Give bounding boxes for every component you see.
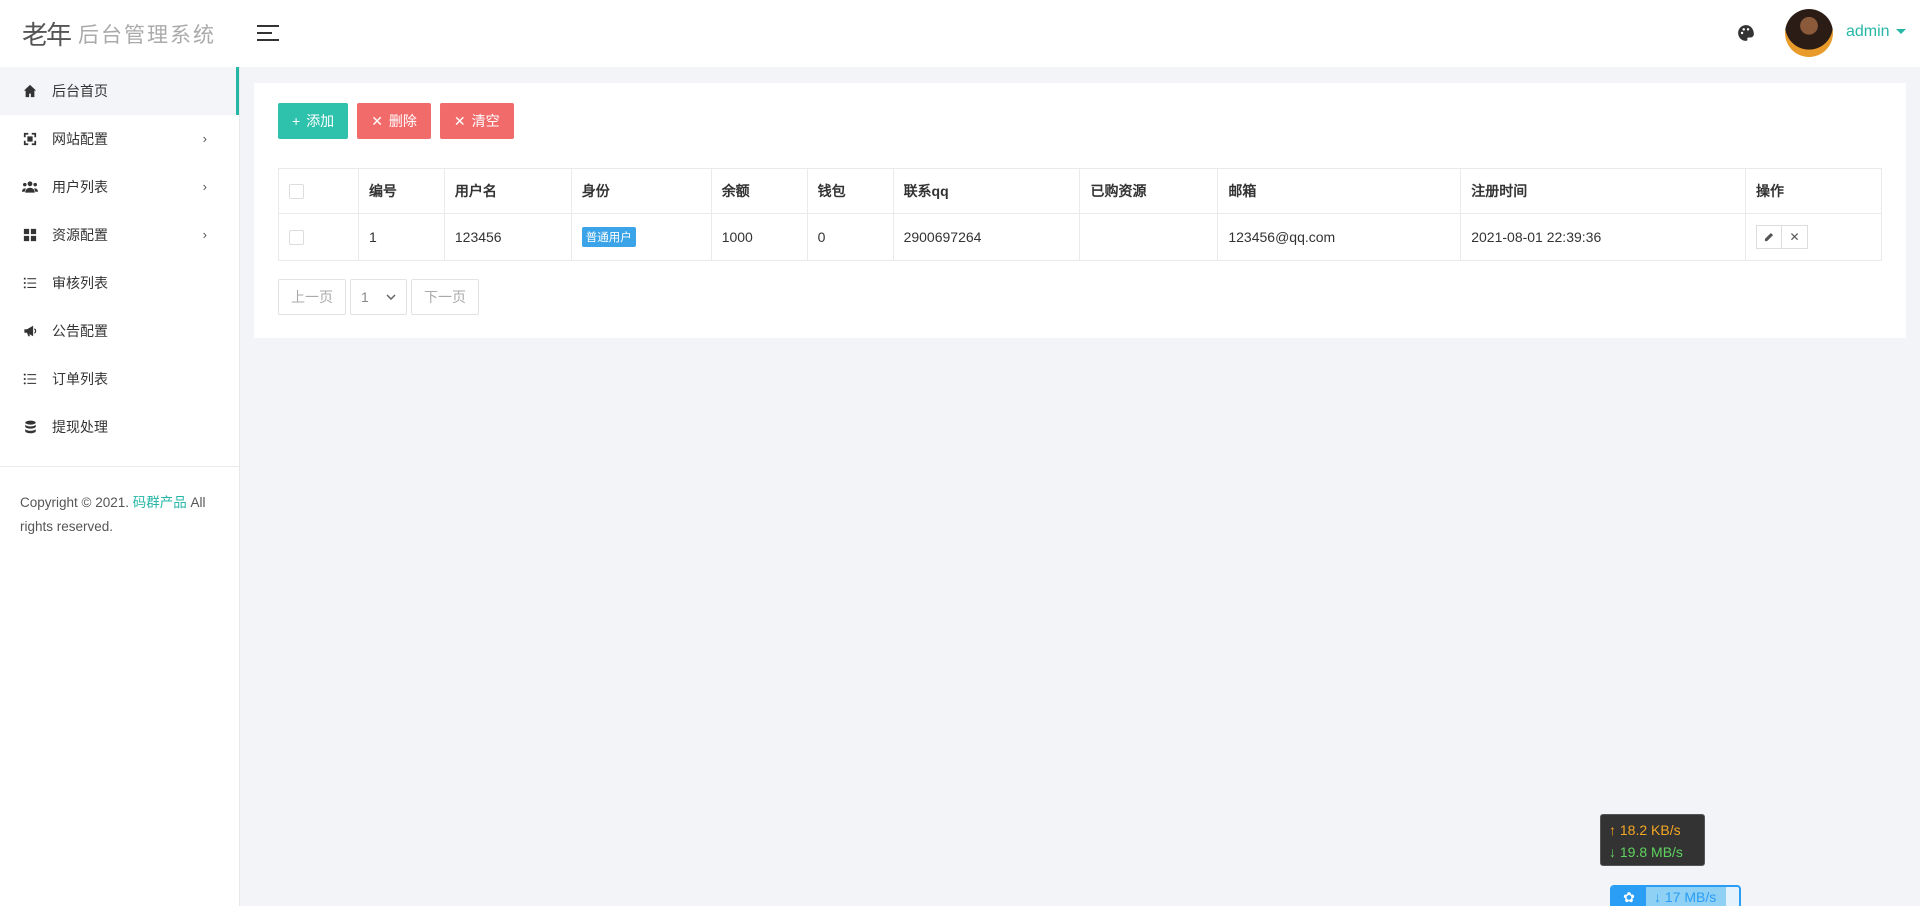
sidebar-item-notice[interactable]: 公告配置	[0, 307, 239, 355]
row-checkbox-cell	[278, 213, 359, 261]
sidebar-item-label: 订单列表	[52, 371, 108, 387]
page-select-value: 1	[361, 289, 369, 305]
clear-button[interactable]: ✕ 清空	[439, 103, 514, 139]
sidebar-item-label: 网站配置	[52, 131, 108, 147]
sidebar-item-label: 资源配置	[52, 227, 108, 243]
toolbar: + 添加 ✕ 删除 ✕ 清空	[278, 103, 514, 139]
close-icon: ✕	[1789, 230, 1800, 244]
copyright: Copyright © 2021. 码群产品 All rights reserv…	[0, 467, 239, 563]
sidebar-item-review[interactable]: 审核列表	[0, 259, 239, 307]
column-header[interactable]: 钱包	[806, 168, 894, 214]
download-arrow-icon: ↓	[1654, 889, 1661, 905]
ordered-list-icon	[22, 275, 38, 291]
page-select[interactable]: 1	[350, 279, 407, 315]
main-card: + 添加 ✕ 删除 ✕ 清空 编号 用户名 身份 余额 钱包 联系qq 已购资源…	[254, 83, 1906, 338]
next-page-button[interactable]: 下一页	[411, 279, 479, 315]
cell-actions: ✕	[1745, 213, 1882, 261]
sidebar-item-resources[interactable]: 资源配置 ›	[0, 211, 239, 259]
download-rate-value: 17 MB/s	[1664, 889, 1717, 905]
cell-id: 1	[357, 213, 445, 261]
pagination: 上一页 1 下一页	[278, 279, 479, 315]
sidebar-item-label: 提现处理	[52, 419, 108, 435]
chevron-right-icon: ›	[202, 227, 207, 242]
list-icon	[22, 371, 38, 387]
close-icon: ✕	[453, 112, 466, 129]
close-icon: ✕	[371, 112, 383, 129]
add-button[interactable]: + 添加	[278, 103, 349, 139]
column-header[interactable]: 用户名	[443, 168, 572, 214]
column-header[interactable]: 余额	[710, 168, 808, 214]
table-row: 1 123456 普通用户 1000 0 2900697264 123456@q…	[278, 213, 1882, 261]
cell-wallet: 0	[806, 213, 894, 261]
top-header: 老年 后台管理系统 admin	[0, 0, 1920, 67]
table-header-row: 编号 用户名 身份 余额 钱包 联系qq 已购资源 邮箱 注册时间 操作	[278, 168, 1882, 214]
home-icon	[22, 83, 38, 99]
cell-balance: 1000	[710, 213, 808, 261]
username: admin	[1846, 23, 1890, 40]
expand-icon	[22, 131, 38, 147]
download-rate: ↓ 17 MB/s	[1646, 887, 1726, 906]
grid-icon	[22, 227, 38, 243]
column-header[interactable]: 身份	[570, 168, 712, 214]
download-manager-icon: ✿	[1612, 887, 1646, 906]
column-header[interactable]: 注册时间	[1460, 168, 1747, 214]
user-menu[interactable]: admin	[1846, 23, 1906, 41]
column-header: 操作	[1745, 168, 1882, 214]
sidebar-item-home[interactable]: 后台首页	[0, 67, 239, 115]
sidebar-item-users[interactable]: 用户列表 ›	[0, 163, 239, 211]
cell-qq: 2900697264	[892, 213, 1081, 261]
column-header[interactable]: 编号	[357, 168, 445, 214]
select-all-checkbox-cell	[278, 168, 359, 214]
megaphone-icon	[22, 323, 38, 339]
delete-button[interactable]: ✕ 删除	[357, 103, 431, 139]
sidebar-item-withdraw[interactable]: 提现处理	[0, 403, 239, 451]
add-button-label: 添加	[306, 113, 335, 129]
sidebar-item-site-config[interactable]: 网站配置 ›	[0, 115, 239, 163]
sidebar-item-label: 用户列表	[52, 179, 108, 195]
sidebar-item-label: 后台首页	[52, 83, 108, 99]
sidebar-item-label: 公告配置	[52, 323, 108, 339]
column-header[interactable]: 邮箱	[1217, 168, 1462, 214]
upload-speed: ↑ 18.2 KB/s	[1609, 822, 1681, 838]
chevron-down-icon	[386, 294, 396, 300]
cell-registered: 2021-08-01 22:39:36	[1460, 213, 1747, 261]
users-icon	[22, 179, 38, 195]
row-delete-button[interactable]: ✕	[1782, 225, 1809, 249]
palette-icon[interactable]	[1737, 24, 1755, 42]
menu-toggle-icon[interactable]	[257, 25, 279, 43]
sidebar: 后台首页 网站配置 › 用户列表 › 资源配置 › 审核列表 公告配置 订单列表…	[0, 67, 240, 906]
clear-button-label: 清空	[471, 113, 500, 129]
cell-purchased	[1079, 213, 1219, 261]
chevron-right-icon: ›	[202, 179, 207, 194]
column-header[interactable]: 已购资源	[1079, 168, 1219, 214]
copyright-prefix: Copyright © 2021.	[20, 495, 130, 510]
copyright-brand-link[interactable]: 码群产品	[133, 495, 187, 510]
database-icon	[22, 419, 38, 435]
column-header[interactable]: 联系qq	[892, 168, 1081, 214]
sidebar-item-orders[interactable]: 订单列表	[0, 355, 239, 403]
app-title: 后台管理系统	[78, 23, 217, 47]
delete-button-label: 删除	[388, 113, 417, 129]
cell-email: 123456@qq.com	[1217, 213, 1462, 261]
pencil-icon	[1764, 232, 1774, 242]
cell-username: 123456	[443, 213, 572, 261]
role-badge: 普通用户	[581, 227, 636, 247]
caret-down-icon	[1895, 29, 1906, 35]
prev-page-button[interactable]: 上一页	[278, 279, 346, 315]
net-speed-widget[interactable]: ↑ 18.2 KB/s ↓ 19.8 MB/s	[1600, 814, 1705, 866]
plus-icon: +	[292, 113, 301, 129]
download-speed: ↓ 19.8 MB/s	[1609, 844, 1683, 860]
avatar[interactable]	[1785, 9, 1833, 57]
users-table: 编号 用户名 身份 余额 钱包 联系qq 已购资源 邮箱 注册时间 操作 1 1…	[278, 168, 1882, 261]
logo-mark: 老年	[22, 21, 72, 51]
sidebar-item-label: 审核列表	[52, 275, 108, 291]
edit-button[interactable]	[1756, 225, 1783, 249]
download-manager-bar[interactable]: ✿ ↓ 17 MB/s	[1610, 885, 1741, 906]
row-checkbox[interactable]	[289, 230, 304, 246]
select-all-checkbox[interactable]	[289, 184, 304, 200]
chevron-right-icon: ›	[202, 131, 207, 146]
cell-role: 普通用户	[570, 213, 712, 261]
logo: 老年 后台管理系统	[0, 0, 240, 67]
